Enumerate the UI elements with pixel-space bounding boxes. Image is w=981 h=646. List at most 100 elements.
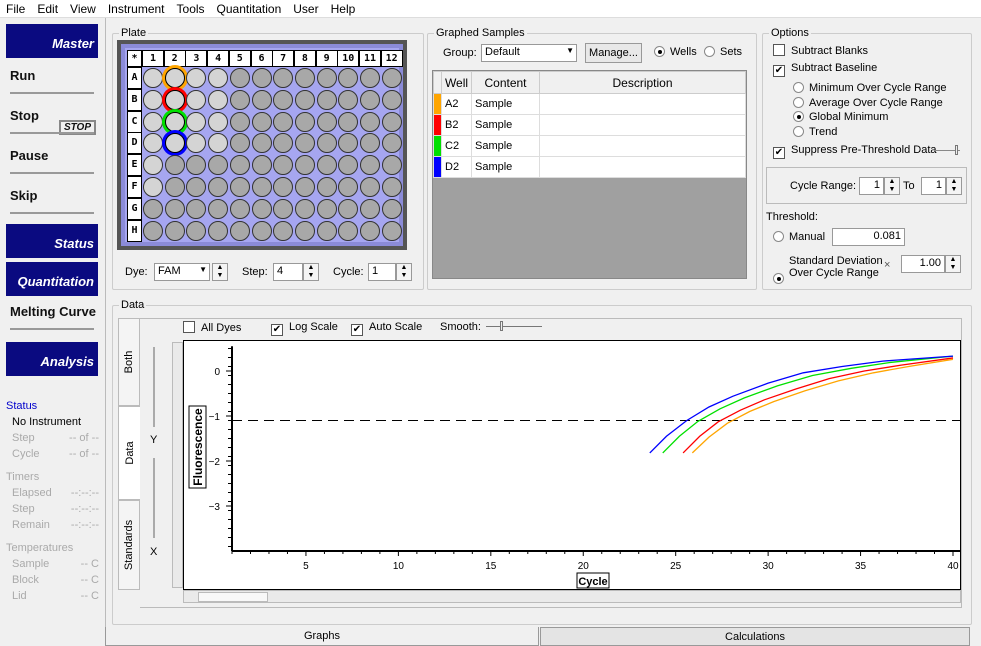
column-header[interactable]: 12: [380, 50, 403, 67]
well-C4[interactable]: [208, 111, 229, 132]
well-E9[interactable]: [316, 155, 337, 176]
well-G10[interactable]: [338, 198, 359, 219]
well-D5[interactable]: [229, 133, 250, 154]
tab-graphs[interactable]: Graphs: [105, 627, 539, 646]
well-B9[interactable]: [316, 89, 337, 110]
column-header[interactable]: Description: [539, 71, 746, 94]
menu-tools[interactable]: Tools: [171, 0, 211, 17]
row-header[interactable]: A: [127, 67, 142, 89]
column-header[interactable]: 5: [228, 50, 251, 67]
table-row[interactable]: B2 Sample: [433, 114, 746, 136]
well-H4[interactable]: [208, 220, 229, 241]
well-C3[interactable]: [186, 111, 207, 132]
column-header[interactable]: Well: [441, 71, 472, 94]
well-E7[interactable]: [273, 155, 294, 176]
smooth-slider[interactable]: [486, 321, 542, 331]
horizontal-scrollbar[interactable]: [183, 590, 961, 603]
table-row[interactable]: A2 Sample: [433, 93, 746, 115]
toolbar-master-button[interactable]: Master: [6, 24, 98, 58]
to-spinner[interactable]: ▲ ▼: [946, 177, 962, 195]
well-E2[interactable]: [164, 155, 185, 176]
well-E5[interactable]: [229, 155, 250, 176]
well-H5[interactable]: [229, 220, 250, 241]
menu-view[interactable]: View: [64, 0, 102, 17]
well-D10[interactable]: [338, 133, 359, 154]
column-header[interactable]: 2: [163, 50, 186, 67]
cycle-spinner[interactable]: ▲ ▼: [396, 263, 412, 281]
well-G3[interactable]: [186, 198, 207, 219]
well-G11[interactable]: [360, 198, 380, 219]
well-H2[interactable]: [164, 220, 185, 241]
well-G2[interactable]: [164, 198, 185, 219]
subtract-blanks-checkbox[interactable]: Subtract Blanks: [773, 44, 868, 57]
well-D11[interactable]: [360, 133, 380, 154]
well-H1[interactable]: [143, 220, 163, 241]
well-F12[interactable]: [381, 177, 402, 197]
well-E3[interactable]: [186, 155, 207, 176]
toolbar-skip-button[interactable]: Skip: [6, 186, 98, 220]
well-B5[interactable]: [229, 89, 250, 110]
well-F11[interactable]: [360, 177, 380, 197]
well-D4[interactable]: [208, 133, 229, 154]
baseline-radio[interactable]: Average Over Cycle Range: [793, 96, 943, 109]
tab-data[interactable]: Data: [118, 406, 140, 500]
column-header[interactable]: 11: [359, 50, 381, 67]
stddev-input[interactable]: 1.00: [901, 255, 945, 273]
well-E11[interactable]: [360, 155, 380, 176]
well-G1[interactable]: [143, 198, 163, 219]
toolbar-melting-curve-button[interactable]: Melting Curve: [6, 302, 98, 336]
menu-help[interactable]: Help: [325, 0, 362, 17]
column-header[interactable]: 7: [272, 50, 295, 67]
log-scale-checkbox[interactable]: ✔ Log Scale: [271, 321, 338, 336]
scrollbar-thumb[interactable]: [198, 592, 268, 602]
well-G4[interactable]: [208, 198, 229, 219]
well-F9[interactable]: [316, 177, 337, 197]
column-header[interactable]: Content: [471, 71, 540, 94]
slider-thumb[interactable]: [500, 321, 503, 331]
well-C11[interactable]: [360, 111, 380, 132]
y-slider[interactable]: [153, 347, 155, 427]
well-A7[interactable]: [273, 68, 294, 88]
well-C1[interactable]: [143, 111, 163, 132]
menu-instrument[interactable]: Instrument: [102, 0, 171, 17]
well-G9[interactable]: [316, 198, 337, 219]
column-header[interactable]: 8: [293, 50, 316, 67]
dye-select[interactable]: FAM ▼: [154, 263, 210, 281]
well-H6[interactable]: [251, 220, 272, 241]
column-header[interactable]: 3: [185, 50, 208, 67]
well-H12[interactable]: [381, 220, 402, 241]
well-D1[interactable]: [143, 133, 163, 154]
well-H3[interactable]: [186, 220, 207, 241]
tab-both[interactable]: Both: [118, 318, 140, 406]
menu-user[interactable]: User: [287, 0, 324, 17]
slider-thumb[interactable]: [955, 145, 958, 155]
toolbar-run-button[interactable]: Run: [6, 66, 98, 100]
well-B8[interactable]: [294, 89, 315, 110]
well-F8[interactable]: [294, 177, 315, 197]
column-header[interactable]: 10: [337, 50, 360, 67]
tab-standards[interactable]: Standards: [118, 500, 140, 590]
well-B10[interactable]: [338, 89, 359, 110]
well-F2[interactable]: [164, 177, 185, 197]
cycle-range-from-input[interactable]: 1: [859, 177, 884, 195]
toolbar-stop-button[interactable]: Stop STOP: [6, 106, 98, 140]
well-B12[interactable]: [381, 89, 402, 110]
cycle-input[interactable]: 1: [368, 263, 396, 281]
stddev-spinner[interactable]: ▲ ▼: [945, 255, 961, 273]
column-header[interactable]: 1: [142, 50, 164, 67]
well-E12[interactable]: [381, 155, 402, 176]
cycle-range-to-input[interactable]: 1: [921, 177, 946, 195]
well-A11[interactable]: [360, 68, 380, 88]
menu-file[interactable]: File: [0, 0, 31, 17]
well-B11[interactable]: [360, 89, 380, 110]
step-input[interactable]: 4: [273, 263, 303, 281]
well-E4[interactable]: [208, 155, 229, 176]
well-C10[interactable]: [338, 111, 359, 132]
well-B7[interactable]: [273, 89, 294, 110]
row-header[interactable]: B: [127, 88, 142, 111]
baseline-radio[interactable]: Minimum Over Cycle Range: [793, 82, 947, 94]
well-A2[interactable]: [164, 68, 185, 88]
row-header[interactable]: C: [127, 110, 142, 133]
well-C2[interactable]: [164, 111, 185, 132]
column-header[interactable]: 4: [207, 50, 230, 67]
